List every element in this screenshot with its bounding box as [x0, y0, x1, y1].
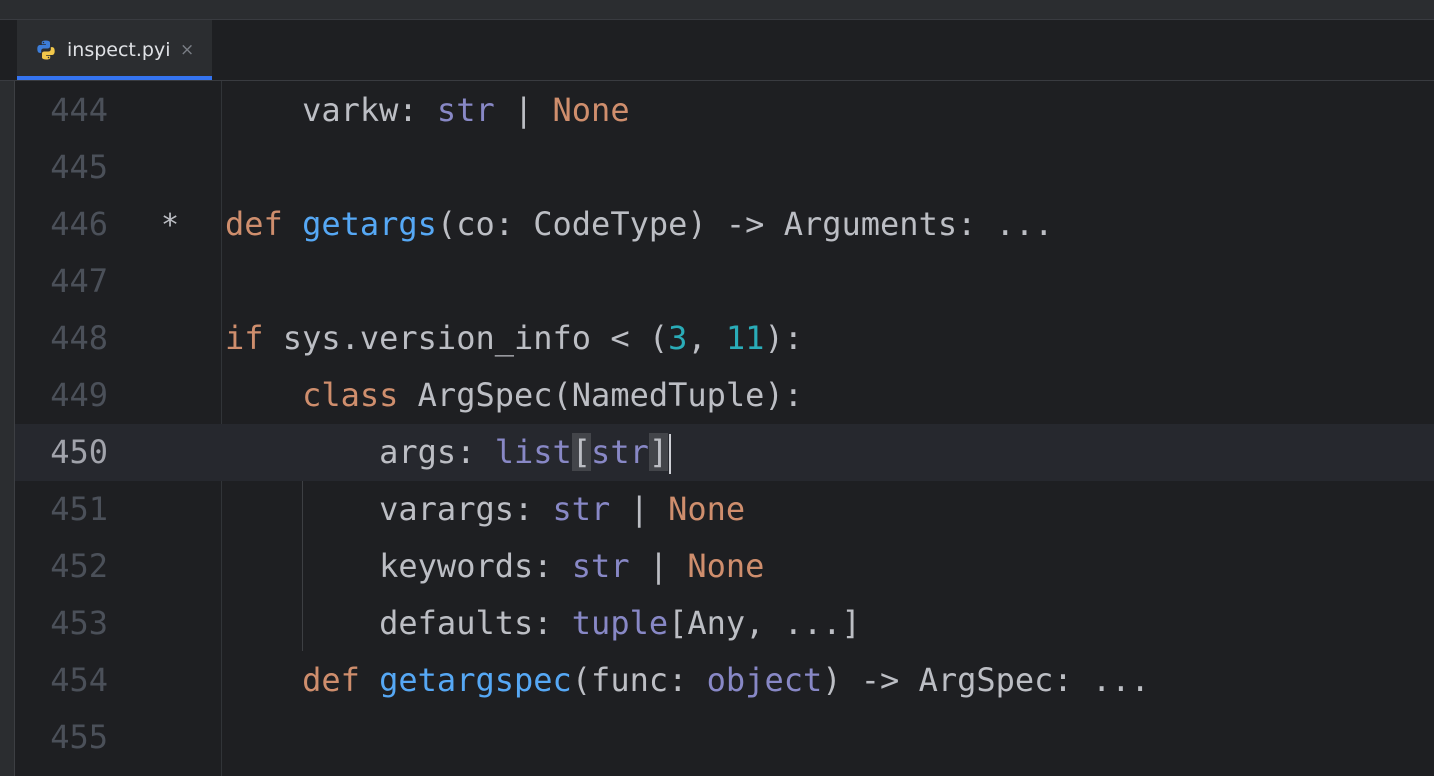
code-line[interactable]: 444 varkw: str | None [15, 82, 1434, 139]
code-token: [ [571, 433, 592, 471]
code-token: ): [764, 319, 803, 357]
code-token: , [687, 319, 726, 357]
code-line[interactable]: 446 * def getargs(co: CodeType) -> Argumen… [15, 196, 1434, 253]
line-number[interactable]: 448 [15, 310, 108, 367]
code-token: defaults: [225, 604, 572, 642]
code-token: None [552, 91, 630, 129]
code-line[interactable]: 449 class ArgSpec(NamedTuple): [15, 367, 1434, 424]
left-tool-strip [0, 81, 15, 776]
code-token: (func: [571, 661, 707, 699]
code-token: ] [648, 433, 669, 471]
code-token: if [225, 319, 264, 357]
tab-inspect-pyi[interactable]: inspect.pyi × [17, 20, 212, 80]
code-line[interactable]: 448 if sys.version_info < (3, 11): [15, 310, 1434, 367]
line-number[interactable]: 453 [15, 595, 108, 652]
code-line[interactable]: 453 defaults: tuple[Any, ...] [15, 595, 1434, 652]
code-text[interactable]: class ArgSpec(NamedTuple): [225, 367, 803, 424]
code-token: getargspec [379, 661, 572, 699]
code-line[interactable]: 445 [15, 139, 1434, 196]
code-text[interactable]: args: list[str] [225, 424, 672, 481]
code-token: str [571, 547, 630, 585]
ide-window: inspect.pyi × 444 varkw: str | None 445 44… [0, 0, 1434, 776]
code-token: list [494, 433, 572, 471]
code-text[interactable]: def getargspec(func: object) -> ArgSpec:… [225, 652, 1150, 709]
line-number[interactable]: 455 [15, 709, 108, 766]
code-token: | [629, 547, 688, 585]
close-icon[interactable]: × [180, 38, 194, 62]
code-text[interactable]: varargs: str | None [225, 481, 745, 538]
python-file-icon [37, 40, 55, 60]
code-token: tuple [571, 604, 669, 642]
code-line[interactable]: 452 keywords: str | None [15, 538, 1434, 595]
tab-label: inspect.pyi [67, 39, 171, 61]
code-token: varargs: [225, 490, 553, 528]
code-editor[interactable]: 444 varkw: str | None 445 446 * def getargs(… [15, 81, 1434, 776]
code-token: ArgSpec(NamedTuple): [398, 376, 803, 414]
code-token: str [436, 91, 495, 129]
code-text[interactable]: def getargs(co: CodeType) -> Arguments: … [225, 196, 1053, 253]
code-token: varkw: [225, 91, 437, 129]
line-number[interactable]: 444 [15, 82, 108, 139]
code-line[interactable]: 447 [15, 253, 1434, 310]
code-token: None [668, 490, 746, 528]
code-token: | [610, 490, 669, 528]
code-token: def [225, 205, 283, 243]
line-number[interactable]: 445 [15, 139, 108, 196]
text-caret [669, 434, 672, 474]
line-number[interactable]: 449 [15, 367, 108, 424]
line-number[interactable]: 454 [15, 652, 108, 709]
line-number[interactable]: 447 [15, 253, 108, 310]
code-token: 11 [725, 319, 765, 357]
code-token: args: [225, 433, 495, 471]
code-token: str [552, 490, 611, 528]
title-strip [0, 0, 1434, 20]
code-token: getargs [302, 205, 437, 243]
line-number[interactable]: 452 [15, 538, 108, 595]
code-text[interactable]: varkw: str | None [225, 82, 630, 139]
code-token: [Any, ...] [668, 604, 861, 642]
code-text[interactable]: defaults: tuple[Any, ...] [225, 595, 861, 652]
line-number[interactable]: 450 [15, 424, 108, 481]
code-text[interactable]: if sys.version_info < (3, 11): [225, 310, 803, 367]
editor-tab-bar: inspect.pyi × [0, 20, 1434, 81]
code-token: str [591, 433, 649, 471]
code-token: None [687, 547, 765, 585]
code-token: object [706, 661, 823, 699]
code-text[interactable]: keywords: str | None [225, 538, 764, 595]
code-token: (co: CodeType) -> Arguments: ... [436, 205, 1054, 243]
code-token: keywords: [225, 547, 572, 585]
code-token: 3 [668, 319, 688, 357]
code-line[interactable]: 451 varargs: str | None [15, 481, 1434, 538]
code-token: | [494, 91, 553, 129]
code-line[interactable]: 454 def getargspec(func: object) -> ArgS… [15, 652, 1434, 709]
code-token: ) -> ArgSpec: ... [822, 661, 1150, 699]
code-token: sys.version_info < ( [263, 319, 669, 357]
line-number[interactable]: 451 [15, 481, 108, 538]
code-line[interactable]: 450 args: list[str] [15, 424, 1434, 481]
code-token: class [302, 376, 399, 414]
code-token: def [302, 661, 360, 699]
gutter-marker[interactable]: * [161, 196, 179, 256]
line-number[interactable]: 446 [15, 196, 108, 253]
code-line[interactable]: 455 [15, 709, 1434, 766]
